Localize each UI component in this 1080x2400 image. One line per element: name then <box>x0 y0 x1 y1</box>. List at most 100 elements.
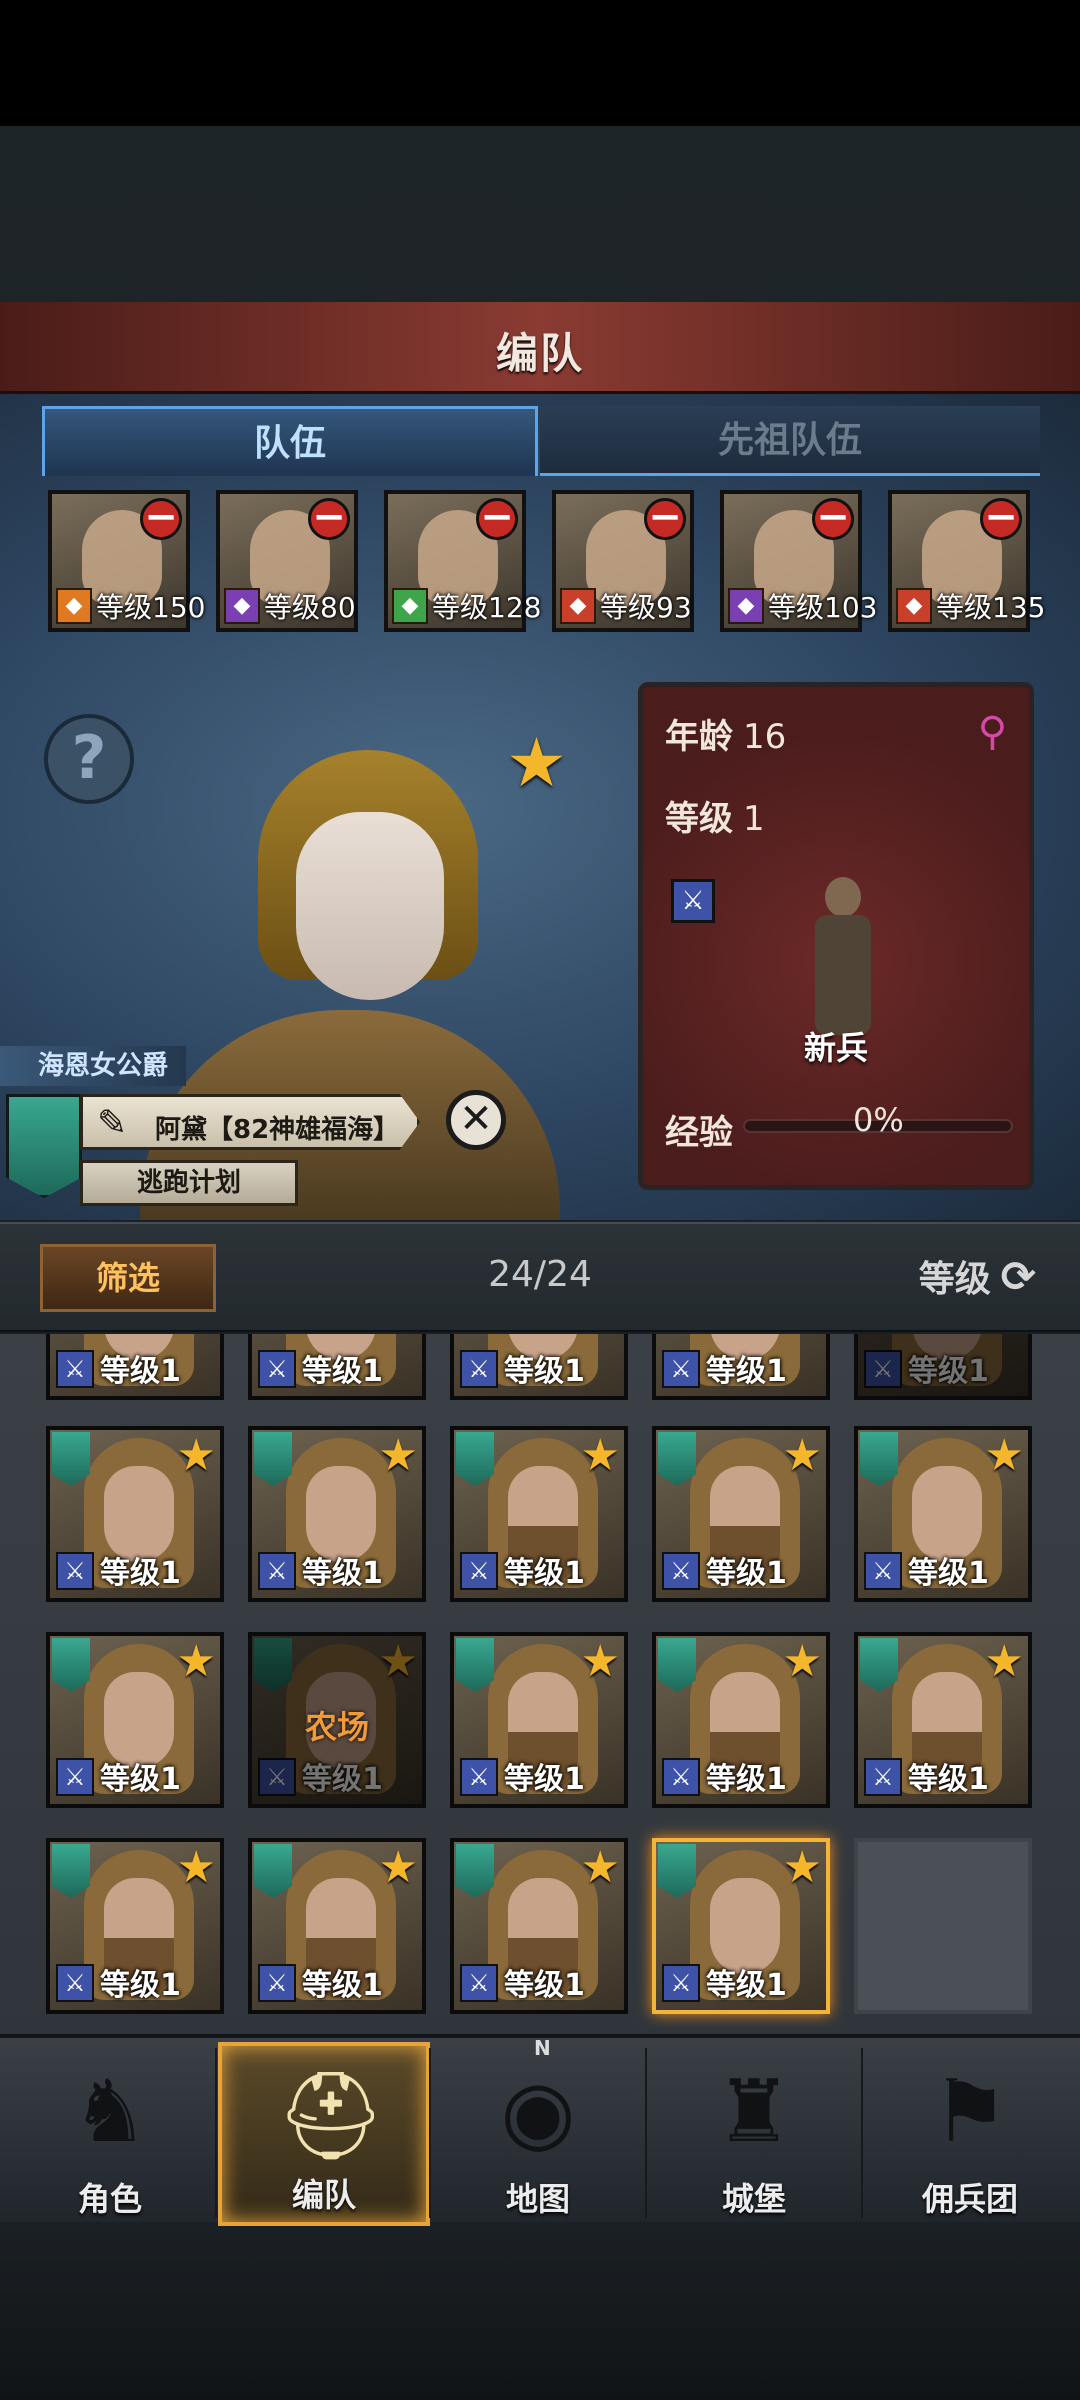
nav-divider <box>861 2048 863 2218</box>
knight-icon: ♞ <box>71 2062 149 2162</box>
party-member-slot[interactable]: − ◆ 等级93 <box>552 490 694 632</box>
roster-card[interactable]: ⚔ 等级1 <box>46 1334 224 1400</box>
nav-item-4[interactable]: ⚑ 佣兵团 <box>864 2042 1076 2226</box>
roster-card[interactable]: ⚔ 等级1 <box>854 1334 1032 1400</box>
star-icon: ★ <box>176 1842 216 1893</box>
sort-by-level-button[interactable]: 等级 ⟳ <box>919 1250 1036 1302</box>
card-status: 农场 <box>304 1708 369 1746</box>
card-level: 等级1 <box>100 1354 181 1389</box>
horse-icon: ◆ <box>56 588 92 624</box>
tab-ancestor-team[interactable]: 先祖队伍 <box>540 406 1040 476</box>
roster-grid: ⚔ 等级1 ⚔ 等级1 ⚔ 等级1 ⚔ 等级1 ⚔ 等级1 ★ ⚔ 等级1 ★ ⚔ 等级1 ★ ⚔ 等级1 ★ ⚔ 等级1… <box>0 1334 1080 2034</box>
nav-divider <box>645 2048 647 2218</box>
remove-member-icon[interactable]: − <box>476 497 518 540</box>
roster-card[interactable]: ★ ⚔ 等级1 <box>450 1838 628 2014</box>
card-level: 等级1 <box>706 1968 787 2003</box>
roster-card[interactable]: ★ ⚔ 等级1 <box>46 1632 224 1808</box>
roster-card[interactable]: ★ ⚔ 等级1 <box>854 1426 1032 1602</box>
remove-character-icon[interactable]: ✕ <box>446 1090 506 1150</box>
edit-pencil-icon[interactable]: ✎ <box>97 1103 127 1144</box>
compass-north-label: N <box>534 2036 551 2060</box>
roster-card[interactable]: ★ ⚔ 等级1 <box>46 1426 224 1602</box>
remove-member-icon[interactable]: − <box>812 497 854 540</box>
party-member-slot[interactable]: − ◆ 等级103 <box>720 490 877 632</box>
roster-card[interactable]: ★ ⚔ 等级1 <box>248 1426 426 1602</box>
nav-divider <box>429 2048 431 2218</box>
compass-icon: ◉ <box>500 2062 576 2162</box>
nav-item-0[interactable]: ♞ 角色 <box>4 2042 216 2226</box>
sword-class-icon: ⚔ <box>56 1350 94 1388</box>
tab-team[interactable]: 队伍 <box>42 406 538 476</box>
star-icon: ★ <box>580 1842 620 1893</box>
roster-card[interactable]: ⚔ 等级1 <box>450 1334 628 1400</box>
roster-card[interactable]: ⚔ 等级1 <box>248 1334 426 1400</box>
card-hair <box>892 1334 1002 1386</box>
house-banner-icon <box>52 1844 90 1898</box>
nav-divider <box>215 2048 217 2218</box>
castle-icon: ♜ <box>715 2062 793 2162</box>
help-icon[interactable]: ? <box>44 714 134 804</box>
plan-tag[interactable]: 逃跑计划 <box>80 1160 298 1206</box>
nav-label: 城堡 <box>721 2180 786 2218</box>
house-banner-icon <box>860 1638 898 1692</box>
age-value: 16 <box>743 717 787 757</box>
remove-member-icon[interactable]: − <box>980 497 1022 540</box>
roster-card[interactable]: ★ ⚔ 等级1 <box>652 1632 830 1808</box>
roster-card[interactable]: ★ ⚔ 等级1 <box>854 1632 1032 1808</box>
roster-card[interactable]: ★ ⚔ 等级1 <box>450 1632 628 1808</box>
staff-icon: ◆ <box>224 588 260 624</box>
house-banner-icon <box>6 1094 82 1198</box>
character-name-plate[interactable]: ✎ 阿黛【82神雄福海】 <box>80 1094 420 1150</box>
class-name: 新兵 <box>803 1029 868 1067</box>
sword-class-icon: ⚔ <box>662 1350 700 1388</box>
remove-member-icon[interactable]: − <box>308 497 350 540</box>
remove-member-icon[interactable]: − <box>140 497 182 540</box>
card-portrait <box>912 1334 982 1360</box>
nav-item-1[interactable]: ⛑ 编队 <box>218 2042 430 2226</box>
character-portrait <box>296 812 444 1000</box>
empty-slot[interactable] <box>854 1838 1032 2014</box>
party-member-slot[interactable]: − ◆ 等级150 <box>48 490 205 632</box>
sword-class-icon: ⚔ <box>56 1552 94 1590</box>
house-banner-icon <box>52 1638 90 1692</box>
roster-card[interactable]: ★ ⚔ 等级1 <box>652 1838 830 2014</box>
star-icon: ★ <box>782 1842 822 1893</box>
star-icon: ★ <box>176 1430 216 1481</box>
helmet-icon: ⛑ <box>276 2066 386 2166</box>
sword-class-icon: ⚔ <box>460 1964 498 2002</box>
level-value: 1 <box>743 799 765 839</box>
roster-card[interactable]: ★ ⚔ 等级1 <box>450 1426 628 1602</box>
noble-title: 海恩女公爵 <box>0 1046 186 1086</box>
sword-class-icon: ⚔ <box>864 1552 902 1590</box>
sword-class-icon: ⚔ <box>56 1964 94 2002</box>
roster-card[interactable]: ★ ⚔ 等级1 农场 <box>248 1632 426 1808</box>
roster-card[interactable]: ★ ⚔ 等级1 <box>652 1426 830 1602</box>
house-banner-icon <box>254 1432 292 1486</box>
house-banner-icon <box>658 1844 696 1898</box>
filter-bar: 筛选 24/24 等级 ⟳ <box>0 1222 1080 1332</box>
house-banner-icon <box>658 1432 696 1486</box>
sort-label: 等级 <box>918 1259 991 1300</box>
card-level: 等级1 <box>100 1556 181 1591</box>
remove-member-icon[interactable]: − <box>644 497 686 540</box>
nav-item-3[interactable]: ♜ 城堡 <box>648 2042 860 2226</box>
roster-card[interactable]: ⚔ 等级1 <box>652 1334 830 1400</box>
party-member-slot[interactable]: − ◆ 等级80 <box>216 490 358 632</box>
party-member-slot[interactable]: − ◆ 等级128 <box>384 490 541 632</box>
card-level: 等级1 <box>504 1968 585 2003</box>
xp-label: 经验 <box>665 1113 733 1153</box>
refresh-icon[interactable]: ⟳ <box>1001 1252 1036 1301</box>
roster-card[interactable]: ★ ⚔ 等级1 <box>46 1838 224 2014</box>
xp-value: 0% <box>853 1101 904 1139</box>
card-level: 等级1 <box>302 1968 383 2003</box>
nav-label: 编队 <box>291 2176 356 2214</box>
house-banner-icon <box>52 1432 90 1486</box>
star-icon: ★ <box>378 1430 418 1481</box>
nav-item-2[interactable]: ◉ 地图 <box>432 2042 644 2226</box>
member-level: 等级93 <box>600 591 692 624</box>
sword-class-icon: ⚔ <box>258 1350 296 1388</box>
house-banner-icon <box>456 1638 494 1692</box>
party-member-slot[interactable]: − ◆ 等级135 <box>888 490 1045 632</box>
header-banner: 编队 <box>0 302 1080 394</box>
roster-card[interactable]: ★ ⚔ 等级1 <box>248 1838 426 2014</box>
